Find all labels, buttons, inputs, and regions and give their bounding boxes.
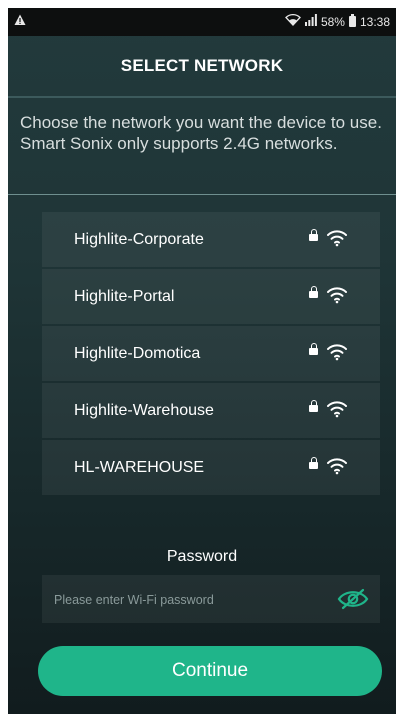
- network-name: Highlite-Corporate: [74, 230, 204, 248]
- phone-screen: 58% 13:38 SELECT NETWORK Choose the netw…: [8, 8, 396, 714]
- password-label: Password: [166, 548, 238, 565]
- network-item-highlite-domotica[interactable]: Highlite-Domotica: [42, 326, 380, 381]
- wifi-icon: [326, 400, 348, 418]
- battery-percent: 58%: [320, 14, 345, 29]
- header-divider: [8, 96, 396, 98]
- network-name: Highlite-Domotica: [74, 344, 201, 362]
- lock-icon: [309, 400, 318, 412]
- signal-icon: [304, 14, 317, 29]
- network-item-highlite-corporate[interactable]: Highlite-Corporate: [42, 212, 380, 267]
- network-item-highlite-warehouse[interactable]: Highlite-Warehouse: [42, 383, 380, 438]
- battery-icon: [348, 14, 356, 27]
- network-name: Highlite-Warehouse: [74, 401, 214, 419]
- network-item-highlite-portal[interactable]: Highlite-Portal: [42, 269, 380, 324]
- wifi-icon: [326, 343, 348, 361]
- network-item-hl-warehouse[interactable]: HL-WAREHOUSE: [42, 440, 380, 495]
- lock-icon: [309, 286, 318, 298]
- wifi-icon: [326, 457, 348, 475]
- password-field: [42, 575, 380, 623]
- description-divider: [8, 194, 396, 195]
- password-input[interactable]: [52, 587, 316, 613]
- page-title: SELECT NETWORK: [120, 56, 284, 75]
- continue-button[interactable]: Continue: [38, 646, 382, 696]
- wifi-icon: [326, 229, 348, 247]
- lock-icon: [309, 229, 318, 241]
- network-name: Highlite-Portal: [74, 287, 175, 305]
- status-bar: 58% 13:38: [8, 8, 396, 36]
- description-text: Choose the network you want the device t…: [20, 113, 382, 153]
- clock: 13:38: [359, 14, 390, 29]
- network-list: Highlite-Corporate Highlite-Portal Highl…: [42, 212, 380, 497]
- wifi-status-icon: [285, 13, 301, 29]
- wifi-icon: [326, 286, 348, 304]
- lock-icon: [309, 457, 318, 469]
- eye-slash-icon[interactable]: [336, 587, 370, 611]
- warning-icon: [14, 14, 26, 29]
- network-name: HL-WAREHOUSE: [74, 458, 205, 476]
- lock-icon: [309, 343, 318, 355]
